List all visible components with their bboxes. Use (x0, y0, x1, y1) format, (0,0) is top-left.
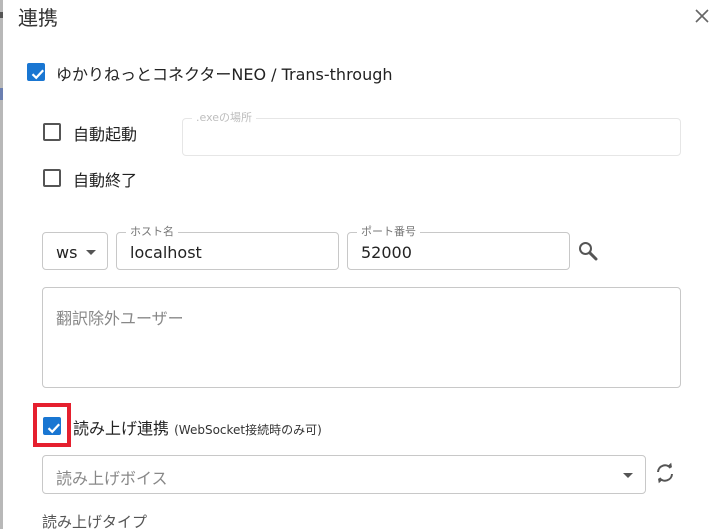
close-icon[interactable] (692, 6, 712, 26)
port-legend: ポート番号 (357, 225, 420, 239)
edge-mark (0, 12, 3, 18)
port-value: 52000 (361, 243, 412, 262)
exclude-users-placeholder: 翻訳除外ユーザー (56, 309, 184, 328)
read-aloud-note: (WebSocket接続時のみ可) (174, 423, 322, 437)
host-field[interactable]: ホスト名 localhost (116, 225, 339, 270)
yukari-checkbox[interactable] (27, 63, 45, 81)
refresh-icon[interactable] (653, 461, 677, 485)
check-icon (47, 423, 61, 434)
protocol-value: ws (56, 243, 78, 262)
yukari-label: ゆかりねっとコネクターNEO / Trans-through (56, 65, 393, 84)
read-aloud-checkbox[interactable] (43, 417, 61, 435)
chevron-down-icon (623, 473, 633, 478)
exe-path-field[interactable]: .exeの場所 (182, 111, 681, 156)
voice-placeholder: 読み上げボイス (56, 469, 168, 488)
port-field[interactable]: ポート番号 52000 (347, 225, 570, 270)
host-legend: ホスト名 (126, 225, 178, 239)
auto-start-label: 自動起動 (73, 125, 138, 144)
auto-start-checkbox[interactable] (43, 123, 61, 141)
auto-end-label: 自動終了 (73, 171, 138, 190)
exe-path-legend: .exeの場所 (192, 111, 257, 125)
check-icon (31, 69, 45, 80)
protocol-select[interactable]: ws (42, 232, 108, 270)
read-aloud-label: 読み上げ連携 (WebSocket接続時のみ可) (73, 415, 322, 439)
voice-select[interactable]: 読み上げボイス (42, 455, 646, 494)
background-window-edge (0, 0, 3, 529)
chevron-down-icon (86, 250, 96, 255)
edge-mark (0, 88, 3, 100)
dialog-title: 連携 (18, 6, 58, 30)
exclude-users-textarea[interactable]: 翻訳除外ユーザー (42, 287, 681, 388)
read-aloud-label-text: 読み上げ連携 (73, 419, 170, 438)
search-icon[interactable] (576, 239, 600, 263)
auto-end-checkbox[interactable] (43, 169, 61, 187)
host-value: localhost (130, 243, 202, 262)
